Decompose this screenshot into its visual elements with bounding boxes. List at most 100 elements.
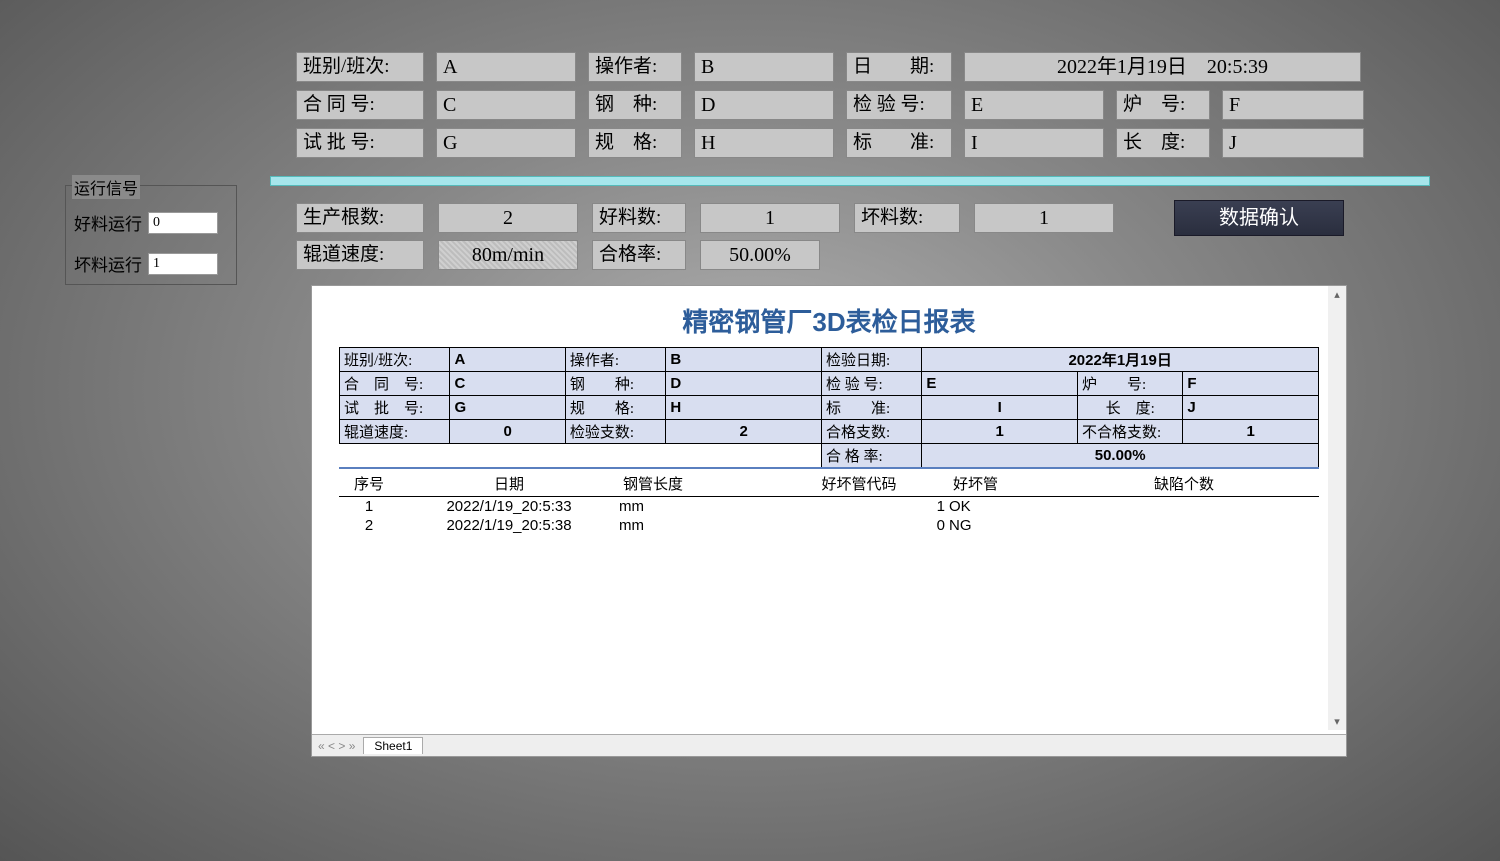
cell-date: 2022/1/19_20:5:33 — [399, 498, 619, 515]
good-run-value[interactable]: 0 — [148, 212, 218, 234]
date-input[interactable]: 2022年1月19日 20:5:39 — [964, 52, 1361, 82]
rh-idate-l: 检验日期: — [821, 348, 921, 372]
col-seq: 序号 — [339, 471, 399, 497]
speed-value: 80m/min — [438, 240, 578, 270]
rh-ng-v: 1 — [1183, 420, 1319, 444]
report-column-headers: 序号 日期 钢管长度 好坏管代码 好坏管 缺陷个数 — [339, 471, 1319, 497]
cell-seq: 1 — [339, 498, 399, 515]
confirm-button[interactable]: 数据确认 — [1174, 200, 1344, 236]
inspect-input[interactable]: E — [964, 90, 1104, 120]
operator-input[interactable]: B — [694, 52, 834, 82]
batch-input[interactable]: G — [436, 128, 576, 158]
rh-std-v: I — [922, 396, 1078, 420]
rh-contract-v: C — [450, 372, 565, 396]
scroll-up-icon[interactable]: ▴ — [1334, 288, 1340, 301]
speed-label: 辊道速度: — [296, 240, 424, 270]
rh-rate-l: 合 格 率: — [821, 444, 921, 469]
furnace-input[interactable]: F — [1222, 90, 1364, 120]
rh-idate-v: 2022年1月19日 — [922, 348, 1319, 372]
good-count-value: 1 — [700, 203, 840, 233]
rate-label: 合格率: — [592, 240, 686, 270]
scroll-down-icon[interactable]: ▾ — [1334, 715, 1340, 728]
rh-speed-l: 辊道速度: — [340, 420, 450, 444]
signal-legend: 运行信号 — [72, 175, 140, 199]
contract-input[interactable]: C — [436, 90, 576, 120]
col-len: 钢管长度 — [619, 471, 769, 497]
rh-batch-v: G — [450, 396, 565, 420]
cell-len: mm — [619, 517, 769, 534]
shift-input[interactable]: A — [436, 52, 576, 82]
length-input[interactable]: J — [1222, 128, 1364, 158]
rh-ino-l: 检 验 号: — [821, 372, 921, 396]
col-date: 日期 — [399, 471, 619, 497]
steel-input[interactable]: D — [694, 90, 834, 120]
rh-ok-v: 1 — [922, 420, 1078, 444]
rh-op-v: B — [666, 348, 822, 372]
operator-label: 操作者: — [588, 52, 682, 82]
rh-op-l: 操作者: — [565, 348, 665, 372]
report-header-table: 班别/班次: A 操作者: B 检验日期: 2022年1月19日 合 同 号: … — [339, 347, 1319, 469]
cell-code: 1 — [769, 498, 949, 515]
scrollbar[interactable]: ▴ ▾ — [1328, 286, 1346, 730]
cell-seq: 2 — [339, 517, 399, 534]
bad-count-label: 坏料数: — [854, 203, 960, 233]
report-panel: ▴ ▾ 精密钢管厂3D表检日报表 班别/班次: A 操作者: B 检验日期: 2… — [311, 285, 1347, 757]
std-input[interactable]: I — [964, 128, 1104, 158]
cell-def — [1049, 498, 1319, 515]
sheet-tab[interactable]: Sheet1 — [363, 737, 423, 754]
form-area: 班别/班次: A 操作者: B 日 期: 2022年1月19日 20:5:39 … — [296, 52, 1396, 166]
sheet-nav-buttons[interactable]: « < > » — [312, 739, 361, 753]
rh-steel-l: 钢 种: — [565, 372, 665, 396]
std-label: 标 准: — [846, 128, 952, 158]
rh-furnace-l: 炉 号: — [1077, 372, 1182, 396]
col-pipe: 好坏管 — [949, 471, 1049, 497]
furnace-label: 炉 号: — [1116, 90, 1210, 120]
rh-furnace-v: F — [1183, 372, 1319, 396]
sheet-tabbar: « < > » Sheet1 — [312, 734, 1346, 756]
contract-label: 合 同 号: — [296, 90, 424, 120]
length-label: 长 度: — [1116, 128, 1210, 158]
rh-ino-v: E — [922, 372, 1078, 396]
cell-date: 2022/1/19_20:5:38 — [399, 517, 619, 534]
rh-ok-l: 合格支数: — [821, 420, 921, 444]
produce-value: 2 — [438, 203, 578, 233]
rh-spec-v: H — [666, 396, 822, 420]
rh-spec-l: 规 格: — [565, 396, 665, 420]
stats-row: 生产根数: 2 好料数: 1 坏料数: 1 数据确认 — [296, 200, 1396, 236]
signal-panel: 运行信号 好料运行 0 坏料运行 1 — [65, 185, 237, 285]
cell-code: 0 — [769, 517, 949, 534]
rate-value: 50.00% — [700, 240, 820, 270]
table-row: 22022/1/19_20:5:38mm0NG — [339, 516, 1319, 535]
shift-label: 班别/班次: — [296, 52, 424, 82]
inspect-label: 检 验 号: — [846, 90, 952, 120]
rh-steel-v: D — [666, 372, 822, 396]
table-row: 12022/1/19_20:5:33mm1OK — [339, 497, 1319, 516]
bad-count-value: 1 — [974, 203, 1114, 233]
rh-speed-v: 0 — [450, 420, 565, 444]
rh-rate-v: 50.00% — [922, 444, 1319, 469]
cell-def — [1049, 517, 1319, 534]
rh-std-l: 标 准: — [821, 396, 921, 420]
rh-batch-l: 试 批 号: — [340, 396, 450, 420]
col-def: 缺陷个数 — [1049, 471, 1319, 497]
rh-ng-l: 不合格支数: — [1077, 420, 1182, 444]
cell-pipe: NG — [949, 517, 1049, 534]
report-title: 精密钢管厂3D表检日报表 — [312, 286, 1346, 347]
spec-label: 规 格: — [588, 128, 682, 158]
bad-run-value[interactable]: 1 — [148, 253, 218, 275]
spec-input[interactable]: H — [694, 128, 834, 158]
batch-label: 试 批 号: — [296, 128, 424, 158]
rh-shift-v: A — [450, 348, 565, 372]
cell-pipe: OK — [949, 498, 1049, 515]
stats-row-2: 辊道速度: 80m/min 合格率: 50.00% — [296, 240, 1096, 270]
good-run-label: 好料运行 — [74, 210, 142, 235]
col-code: 好坏管代码 — [769, 471, 949, 497]
report-data: 12022/1/19_20:5:33mm1OK22022/1/19_20:5:3… — [339, 497, 1319, 535]
rh-contract-l: 合 同 号: — [340, 372, 450, 396]
rh-shift-l: 班别/班次: — [340, 348, 450, 372]
bad-run-label: 坏料运行 — [74, 251, 142, 276]
date-label: 日 期: — [846, 52, 952, 82]
rh-icount-l: 检验支数: — [565, 420, 665, 444]
divider — [270, 176, 1430, 186]
cell-len: mm — [619, 498, 769, 515]
